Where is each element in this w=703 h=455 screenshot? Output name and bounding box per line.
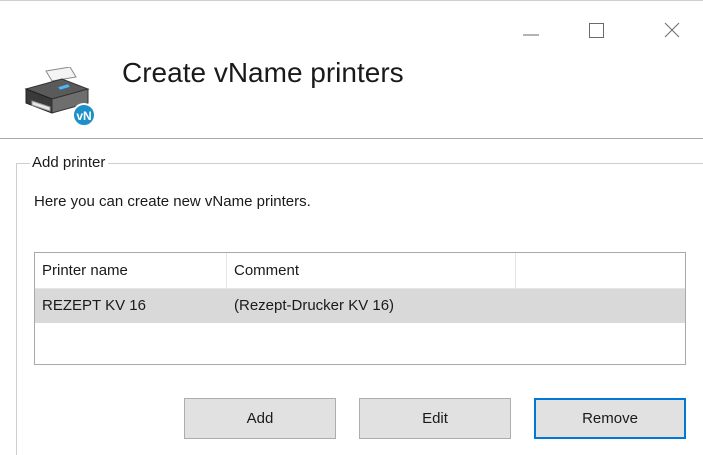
cell-printer-name: REZEPT KV 16 bbox=[42, 297, 146, 314]
list-header: Printer name Comment bbox=[35, 253, 685, 289]
maximize-icon bbox=[589, 23, 604, 38]
remove-button[interactable]: Remove bbox=[534, 398, 686, 439]
groupbox-legend: Add printer bbox=[30, 154, 109, 171]
column-header-comment[interactable]: Comment bbox=[227, 253, 516, 289]
printer-list[interactable]: Printer name Comment REZEPT KV 16 (Rezep… bbox=[34, 252, 686, 365]
title-bar-controls bbox=[503, 15, 703, 45]
close-icon bbox=[664, 22, 680, 38]
create-vname-printers-window: vN Create vName printers Add printer Her… bbox=[0, 0, 703, 455]
printer-vname-icon: vN bbox=[22, 66, 102, 131]
minimize-icon bbox=[523, 34, 539, 36]
minimize-button[interactable] bbox=[513, 15, 553, 45]
column-header-printer-name[interactable]: Printer name bbox=[35, 253, 227, 289]
close-button[interactable] bbox=[663, 15, 703, 45]
column-header-empty[interactable] bbox=[516, 253, 685, 289]
page-title: Create vName printers bbox=[122, 57, 404, 88]
description-text: Here you can create new vName printers. bbox=[34, 193, 311, 210]
header-divider bbox=[0, 138, 703, 139]
table-row[interactable]: REZEPT KV 16 (Rezept-Drucker KV 16) bbox=[35, 289, 685, 323]
vname-badge-text: vN bbox=[76, 109, 91, 123]
edit-button[interactable]: Edit bbox=[359, 398, 511, 439]
add-button[interactable]: Add bbox=[184, 398, 336, 439]
maximize-button[interactable] bbox=[585, 15, 625, 45]
cell-comment: (Rezept-Drucker KV 16) bbox=[234, 297, 395, 314]
